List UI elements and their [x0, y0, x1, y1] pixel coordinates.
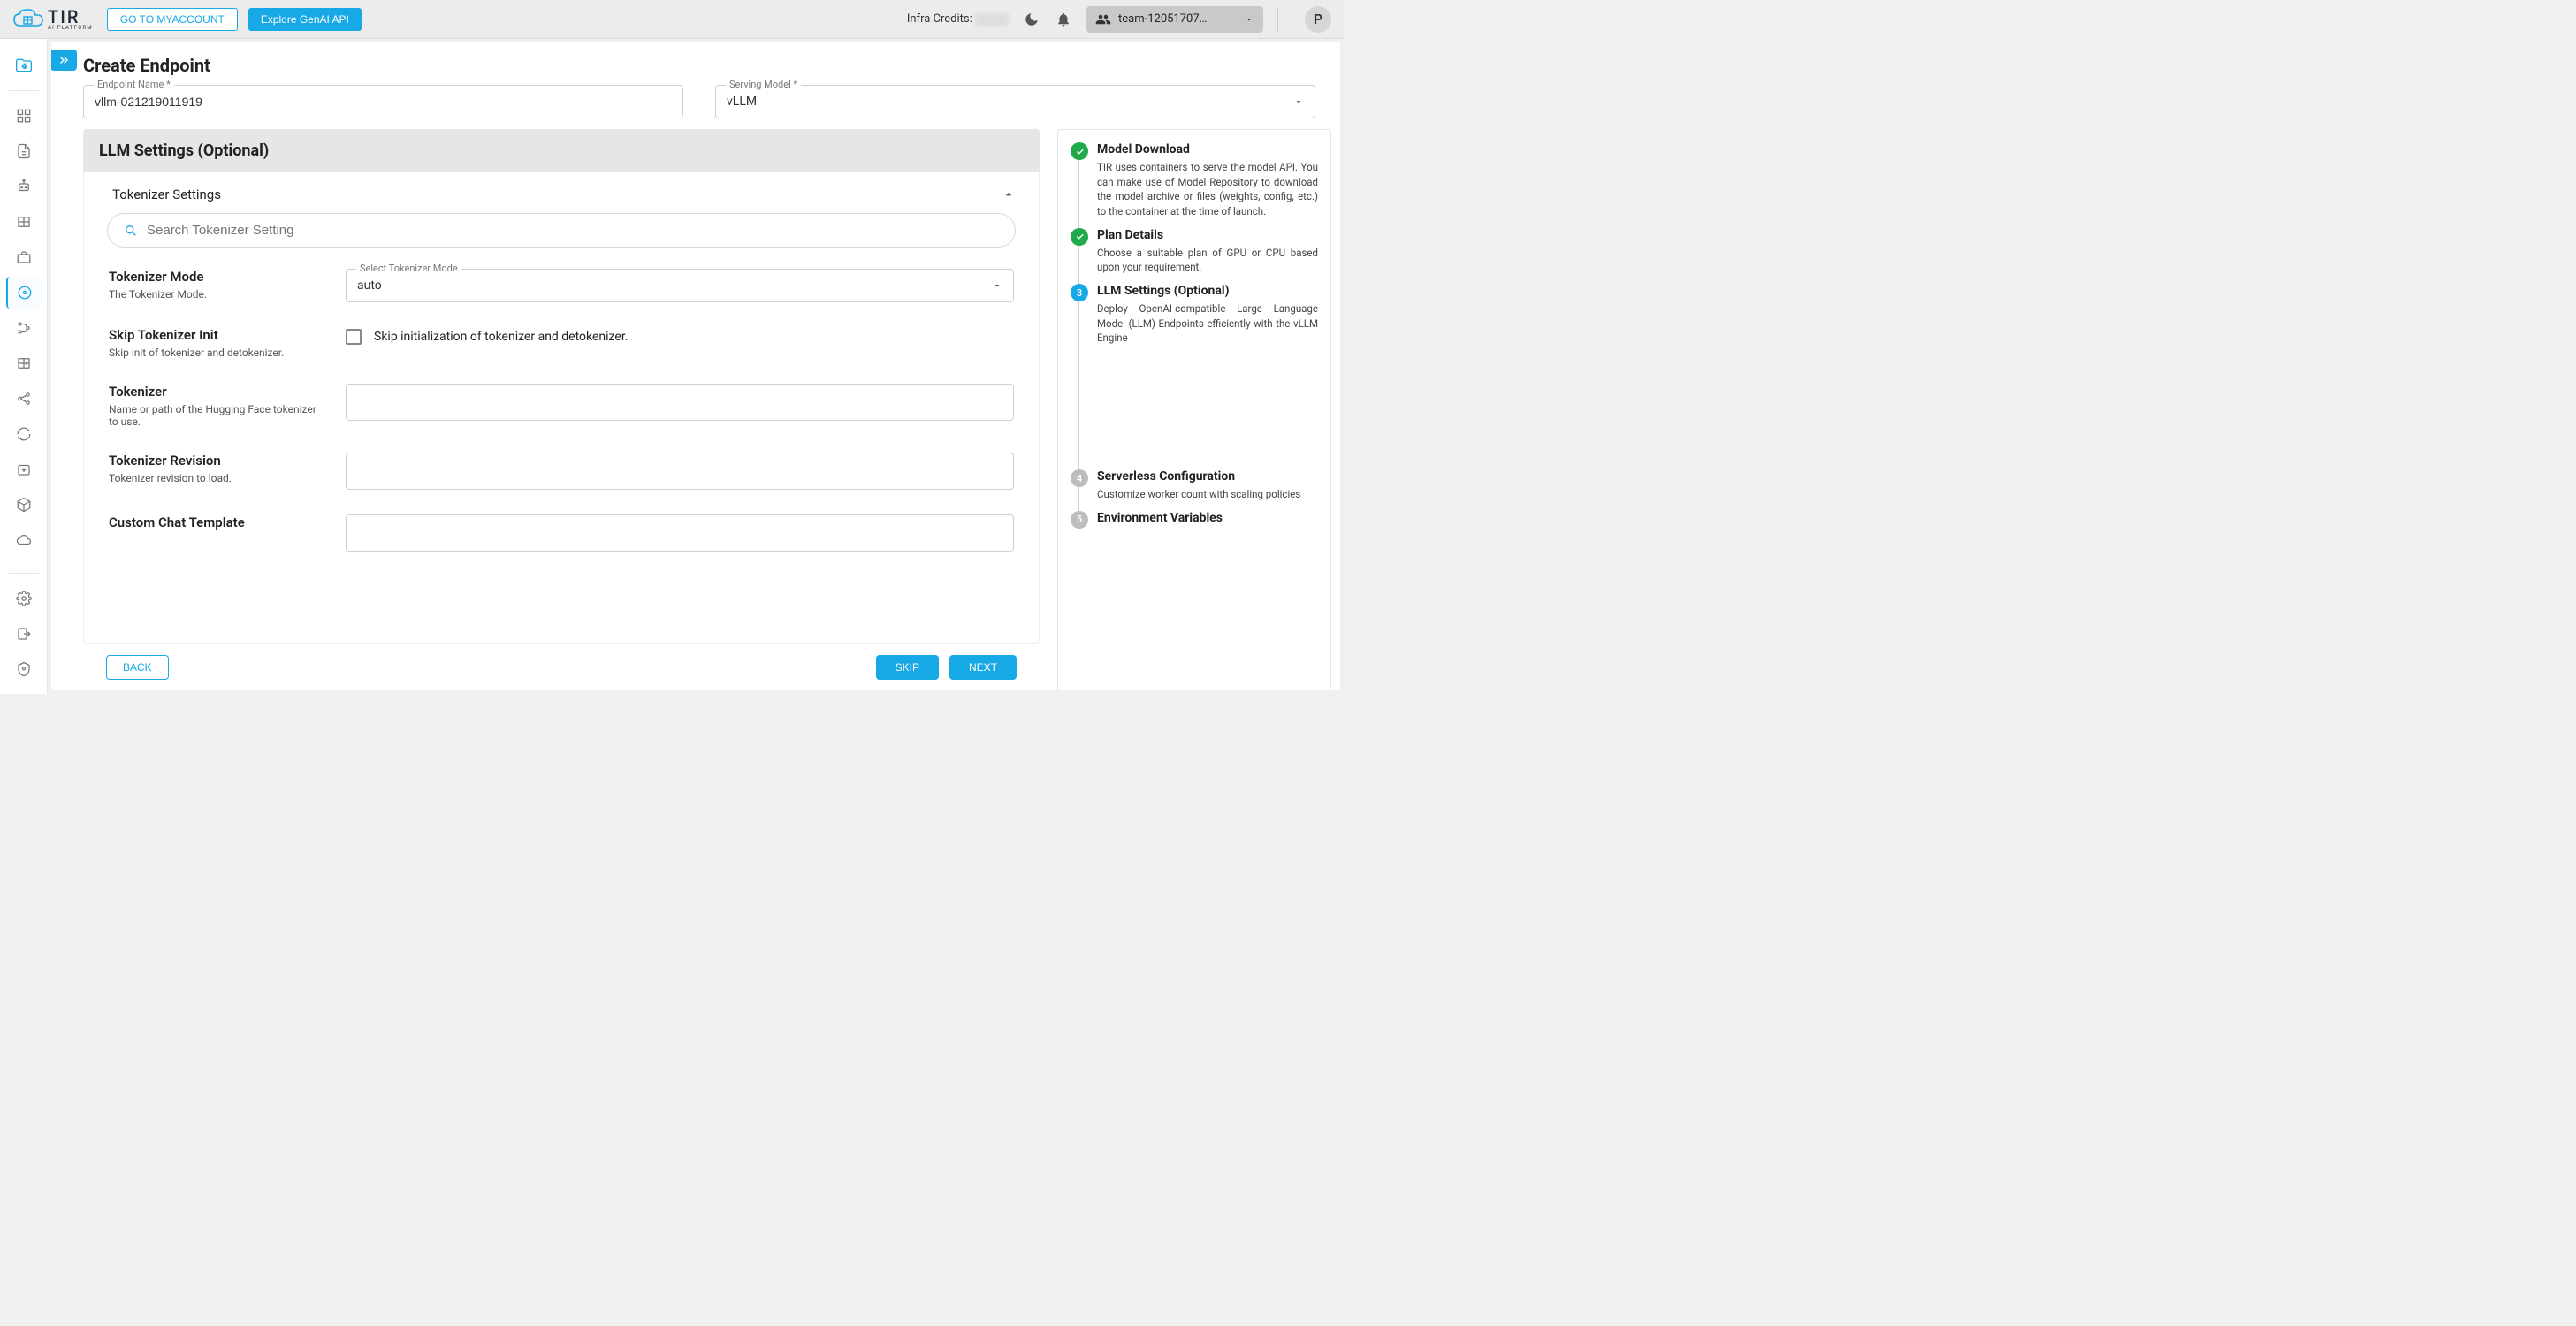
team-dropdown[interactable]: team-12051707… [1086, 6, 1263, 33]
dark-mode-icon[interactable] [1023, 11, 1040, 28]
rail-share-icon[interactable] [6, 383, 42, 415]
rail-settings-icon[interactable] [6, 583, 42, 614]
goto-myaccount-button[interactable]: GO TO MYACCOUNT [107, 8, 238, 31]
step-plan-details: Plan Details Choose a suitable plan of G… [1071, 228, 1318, 275]
setting-tokenizer-label: Tokenizer Name or path of the Hugging Fa… [109, 384, 321, 428]
explore-genai-button[interactable]: Explore GenAI API [248, 8, 362, 31]
avatar[interactable]: P [1305, 6, 1331, 33]
step-serverless-config: 4 Serverless Configuration Customize wor… [1071, 469, 1318, 502]
skip-init-text: Skip initialization of tokenizer and det… [374, 330, 628, 344]
rail-gauge-icon[interactable] [6, 277, 42, 309]
rail-briefcase-icon[interactable] [6, 241, 42, 273]
setting-tokenizer-revision-label: Tokenizer Revision Tokenizer revision to… [109, 453, 321, 484]
endpoint-name-field[interactable]: Endpoint Name * [83, 85, 683, 118]
left-nav-rail [0, 39, 48, 694]
top-header: TIR AI PLATFORM GO TO MYACCOUNT Explore … [0, 0, 1344, 39]
rail-sync-icon[interactable] [6, 418, 42, 450]
rail-pipeline-icon[interactable] [6, 312, 42, 344]
tokenizer-mode-field[interactable]: Select Tokenizer Mode auto [346, 269, 1014, 302]
setting-tokenizer-mode-label: Tokenizer Mode The Tokenizer Mode. [109, 269, 321, 301]
custom-chat-template-input[interactable] [346, 514, 1014, 552]
chevron-down-icon [1293, 96, 1304, 107]
tokenizer-revision-input[interactable] [346, 453, 1014, 490]
search-input[interactable] [147, 223, 999, 238]
chevron-down-icon [1244, 14, 1254, 25]
accordion-tokenizer-settings[interactable]: Tokenizer Settings [103, 181, 1019, 213]
team-name: team-12051707… [1118, 12, 1237, 26]
page-title: Create Endpoint [83, 55, 1340, 76]
rail-document-icon[interactable] [6, 135, 42, 167]
skip-init-checkbox[interactable] [346, 329, 362, 345]
notifications-icon[interactable] [1055, 11, 1072, 28]
skip-button[interactable]: SKIP [876, 655, 939, 680]
chevron-down-icon [992, 280, 1002, 291]
step-llm-settings: 3 LLM Settings (Optional) Deploy OpenAI-… [1071, 284, 1318, 346]
next-button[interactable]: NEXT [949, 655, 1017, 680]
rail-dashboard-icon[interactable] [6, 100, 42, 132]
chevron-up-icon [1002, 187, 1016, 202]
step-model-download: Model Download TIR uses containers to se… [1071, 142, 1318, 219]
setting-skip-init-label: Skip Tokenizer Init Skip init of tokeniz… [109, 327, 321, 359]
check-icon [1071, 142, 1088, 160]
rail-robot-icon[interactable] [6, 171, 42, 202]
rail-cube-icon[interactable] [6, 489, 42, 521]
search-icon [124, 224, 138, 238]
logo-text: TIR AI PLATFORM [48, 8, 93, 31]
rail-security-icon[interactable] [6, 653, 42, 685]
people-icon [1095, 11, 1111, 27]
footer-bar: BACK SKIP NEXT [83, 644, 1040, 690]
rail-medical-icon[interactable] [6, 453, 42, 485]
search-tokenizer-setting[interactable] [107, 213, 1016, 248]
serving-model-select[interactable]: vLLM [715, 85, 1315, 118]
infra-credits: Infra Credits: [907, 12, 1009, 26]
logo[interactable]: TIR AI PLATFORM [12, 8, 93, 31]
rail-new-folder-icon[interactable] [6, 50, 42, 81]
step-env-vars: 5 Environment Variables [1071, 511, 1318, 529]
stepper-panel: Model Download TIR uses containers to se… [1057, 129, 1331, 690]
section-header: LLM Settings (Optional) [83, 129, 1040, 172]
rail-logout-icon[interactable] [6, 618, 42, 650]
main-content: Create Endpoint Endpoint Name * Serving … [51, 42, 1340, 690]
back-button[interactable]: BACK [106, 655, 169, 680]
rail-table-icon[interactable] [6, 206, 42, 238]
tokenizer-input[interactable] [346, 384, 1014, 421]
logo-cloud-icon [12, 8, 42, 31]
setting-custom-chat-template-label: Custom Chat Template [109, 514, 321, 534]
check-icon [1071, 228, 1088, 246]
serving-model-field[interactable]: Serving Model * vLLM [715, 85, 1315, 118]
rail-grid-plus-icon[interactable] [6, 347, 42, 379]
expand-sidebar-button[interactable] [51, 50, 77, 71]
rail-cloud-icon[interactable] [6, 524, 42, 556]
